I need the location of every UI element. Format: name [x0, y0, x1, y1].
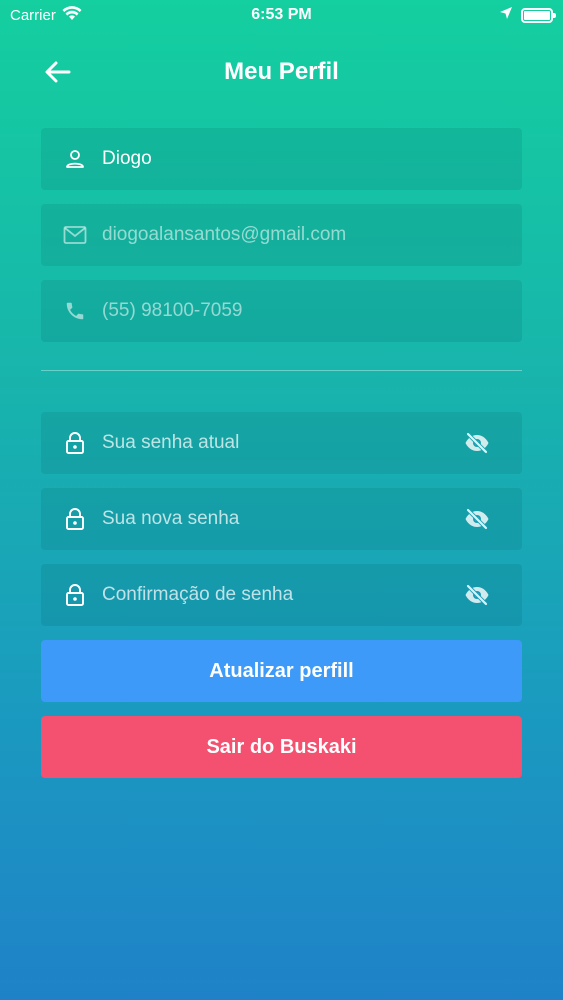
name-field[interactable]	[41, 128, 522, 190]
back-button[interactable]	[40, 56, 76, 88]
battery-icon	[521, 7, 556, 23]
carrier-label: Carrier	[10, 6, 56, 24]
current-password-field[interactable]	[41, 412, 522, 474]
new-password-field[interactable]	[41, 488, 522, 550]
logout-button[interactable]: Sair do Buskaki	[41, 716, 522, 778]
confirm-password-field[interactable]	[41, 564, 522, 626]
update-profile-button[interactable]: Atualizar perfill	[41, 640, 522, 702]
profile-form: Atualizar perfill Sair do Buskaki	[41, 128, 522, 792]
phone-input[interactable]	[102, 300, 500, 322]
user-icon	[63, 147, 87, 171]
lock-icon	[63, 507, 87, 531]
eye-off-icon[interactable]	[462, 580, 492, 610]
name-input[interactable]	[102, 148, 500, 170]
mail-icon	[63, 223, 87, 247]
confirm-password-input[interactable]	[102, 584, 462, 606]
section-divider	[41, 370, 522, 371]
lock-icon	[63, 431, 87, 455]
phone-icon	[63, 299, 87, 323]
current-password-input[interactable]	[102, 432, 462, 454]
location-arrow-icon	[499, 6, 513, 24]
arrow-left-icon	[45, 61, 71, 83]
lock-icon	[63, 583, 87, 607]
phone-field[interactable]	[41, 280, 522, 342]
email-input[interactable]	[102, 224, 500, 246]
page-title: Meu Perfil	[224, 58, 339, 85]
email-field[interactable]	[41, 204, 522, 266]
eye-off-icon[interactable]	[462, 504, 492, 534]
eye-off-icon[interactable]	[462, 428, 492, 458]
status-bar: Carrier 6:53 PM	[0, 0, 563, 30]
new-password-input[interactable]	[102, 508, 462, 530]
header: Meu Perfil	[0, 50, 563, 94]
wifi-icon	[62, 5, 82, 25]
status-time: 6:53 PM	[251, 6, 312, 23]
